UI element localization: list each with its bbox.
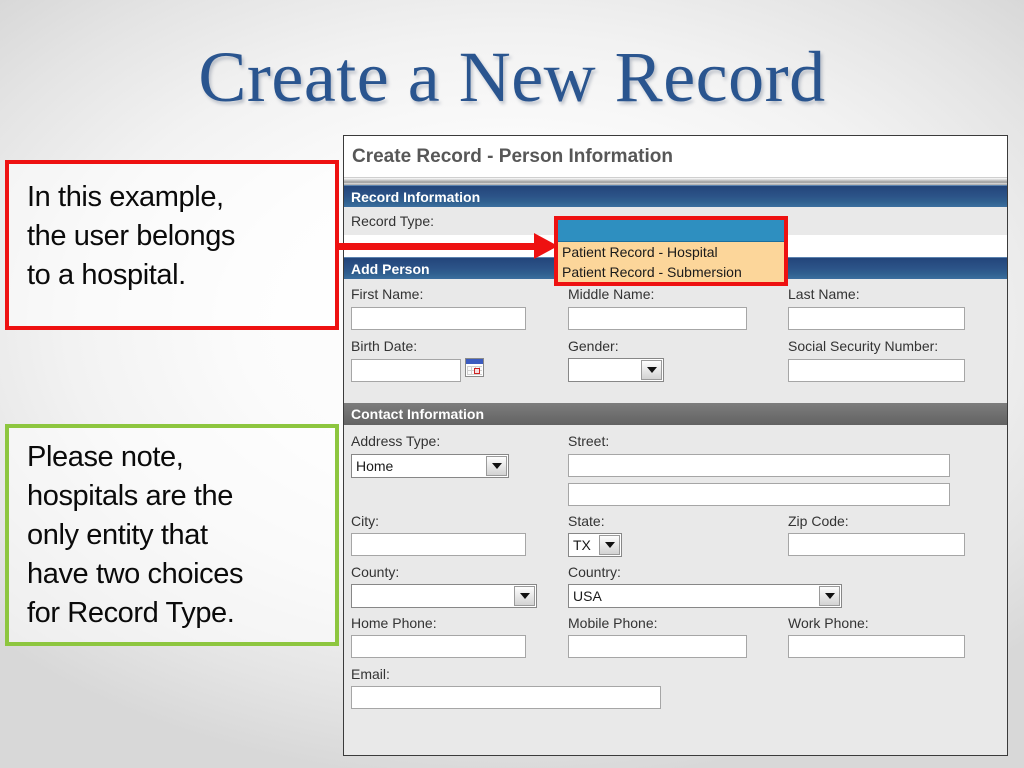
chevron-down-icon <box>599 535 620 555</box>
chevron-down-icon <box>819 586 840 606</box>
county-select[interactable] <box>351 584 537 608</box>
record-type-dropdown[interactable]: Patient Record - Hospital Patient Record… <box>554 216 788 286</box>
callout-note-line-5: for Record Type. <box>27 597 235 629</box>
zip-code-input[interactable] <box>788 533 965 556</box>
middle-name-label: Middle Name: <box>568 286 655 302</box>
state-label: State: <box>568 513 605 529</box>
calendar-icon[interactable] <box>465 358 484 377</box>
page-title: Create a New Record <box>198 37 826 117</box>
first-name-input[interactable] <box>351 307 526 330</box>
home-phone-input[interactable] <box>351 635 526 658</box>
add-person-fields: First Name: Middle Name: Last Name: Birt… <box>344 279 1007 403</box>
callout-hospital-line-1: In this example, <box>27 181 224 213</box>
record-type-label: Record Type: <box>351 213 435 229</box>
address-type-value: Home <box>356 458 394 474</box>
record-type-option-submersion[interactable]: Patient Record - Submersion <box>558 262 784 282</box>
birth-date-input[interactable] <box>351 359 461 382</box>
callout-note-line-1: Please note, <box>27 441 184 473</box>
zip-code-label: Zip Code: <box>788 513 849 529</box>
work-phone-input[interactable] <box>788 635 965 658</box>
form-title: Create Record - Person Information <box>352 145 673 167</box>
gender-select[interactable] <box>568 358 664 382</box>
birth-date-label: Birth Date: <box>351 338 418 354</box>
callout-note-line-3: only entity that <box>27 519 208 551</box>
address-type-select[interactable]: Home <box>351 454 509 478</box>
city-input[interactable] <box>351 533 526 556</box>
section-header-record-information: Record Information <box>344 185 1007 207</box>
chevron-down-icon <box>486 456 507 476</box>
annotation-arrow-shaft <box>339 243 551 250</box>
city-label: City: <box>351 513 379 529</box>
county-label: County: <box>351 564 400 580</box>
create-record-form-window: Create Record - Person Information Recor… <box>343 135 1008 756</box>
chevron-down-icon <box>514 586 535 606</box>
country-select[interactable]: USA <box>568 584 842 608</box>
ssn-label: Social Security Number: <box>788 338 939 354</box>
record-type-option-list[interactable]: Patient Record - Hospital Patient Record… <box>558 242 784 282</box>
record-type-option-hospital[interactable]: Patient Record - Hospital <box>558 242 784 262</box>
state-value: TX <box>573 537 591 553</box>
callout-hospital-line-2: the user belongs <box>27 220 236 252</box>
record-type-selected-field[interactable] <box>558 220 784 242</box>
gender-label: Gender: <box>568 338 619 354</box>
mobile-phone-input[interactable] <box>568 635 747 658</box>
callout-note-line-2: hospitals are the <box>27 480 233 512</box>
email-input[interactable] <box>351 686 661 709</box>
callout-hospital: In this example, the user belongs to a h… <box>5 160 339 330</box>
callout-hospital-line-3: to a hospital. <box>27 259 186 291</box>
country-value: USA <box>573 588 602 604</box>
chevron-down-icon <box>641 360 662 380</box>
middle-name-input[interactable] <box>568 307 747 330</box>
home-phone-label: Home Phone: <box>351 615 437 631</box>
last-name-label: Last Name: <box>788 286 860 302</box>
ssn-input[interactable] <box>788 359 965 382</box>
state-select[interactable]: TX <box>568 533 622 557</box>
street-input[interactable] <box>568 454 950 477</box>
work-phone-label: Work Phone: <box>788 615 869 631</box>
address-type-label: Address Type: <box>351 433 441 449</box>
callout-record-type-note: Please note, hospitals are the only enti… <box>5 424 339 646</box>
mobile-phone-label: Mobile Phone: <box>568 615 658 631</box>
email-label: Email: <box>351 666 390 682</box>
first-name-label: First Name: <box>351 286 424 302</box>
last-name-input[interactable] <box>788 307 965 330</box>
street-label: Street: <box>568 433 610 449</box>
country-label: Country: <box>568 564 621 580</box>
title-divider <box>344 178 1007 185</box>
form-title-bar: Create Record - Person Information <box>344 136 1007 178</box>
callout-note-line-4: have two choices <box>27 558 244 590</box>
street-line2-input[interactable] <box>568 483 950 506</box>
contact-information-fields: Address Type: Home Street: City: State: … <box>344 425 1007 755</box>
section-header-contact-information: Contact Information <box>344 403 1007 425</box>
